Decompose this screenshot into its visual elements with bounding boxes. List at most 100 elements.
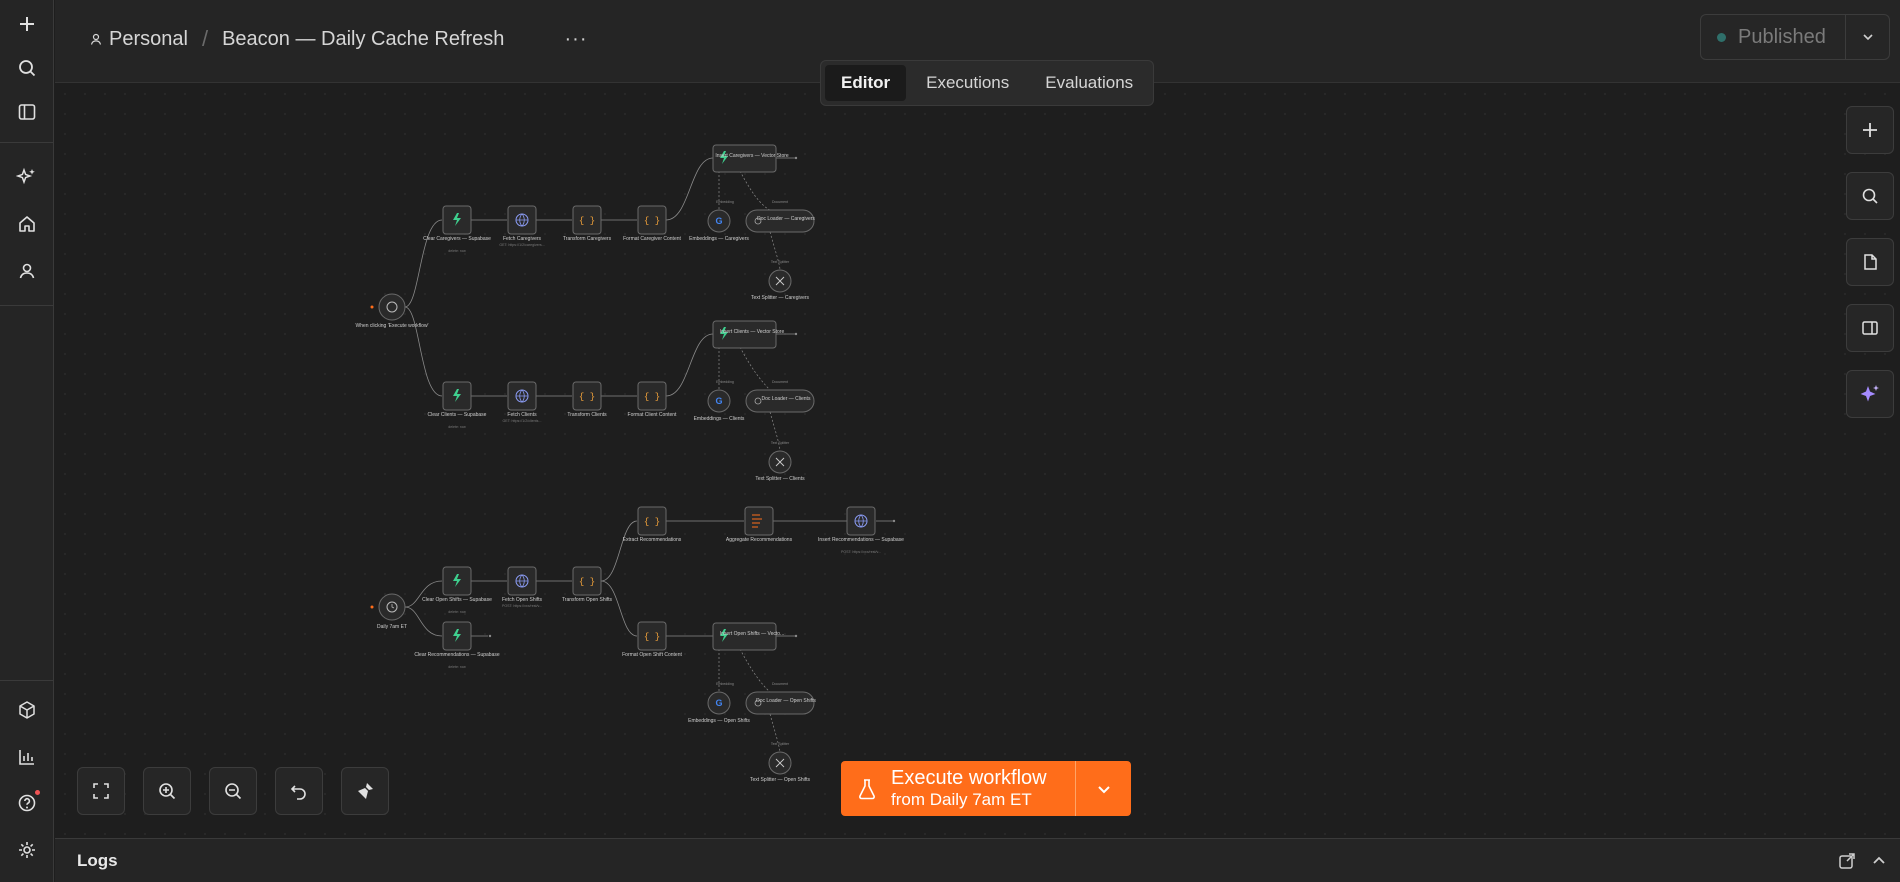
zoom-out-icon (225, 783, 242, 800)
trigger-daily-node[interactable]: Daily 7am ET (370, 593, 408, 630)
chart-icon[interactable] (12, 742, 42, 772)
node-label: Aggregate Recommendations (726, 537, 793, 543)
node-label: Insert Clients — Vector Store (720, 329, 785, 335)
zoom-out-button[interactable] (209, 767, 257, 815)
clear-caregivers-node[interactable]: Clear Caregivers — Supabase delete: row (423, 205, 491, 253)
sparkle-icon[interactable] (12, 162, 42, 192)
undo-icon (290, 785, 306, 800)
ai-assistant-button[interactable] (1846, 370, 1894, 418)
embeddings-clients-node[interactable]: G Embeddings — Clients (694, 389, 745, 422)
user-icon (89, 32, 103, 46)
fullscreen-icon (93, 783, 109, 799)
search-nodes-button[interactable] (1846, 172, 1894, 220)
panel-icon[interactable] (12, 97, 42, 127)
transform-caregivers-node[interactable]: { } Transform Caregivers (563, 205, 612, 242)
text-splitter-clients-node[interactable]: Text Splitter — Clients (755, 450, 805, 482)
insert-open-shifts-node[interactable]: Insert Open Shifts — Vecto... Embedding … (712, 622, 798, 686)
port-label: Embedding (716, 380, 734, 384)
add-node-button[interactable] (1846, 106, 1894, 154)
tidy-up-button[interactable] (341, 767, 389, 815)
aggregate-recommendations-node[interactable]: Aggregate Recommendations (726, 506, 793, 543)
format-client-node[interactable]: { } Format Client Content (628, 381, 678, 418)
clear-open-shifts-node[interactable]: Clear Open Shifts — Supabase delete: row (422, 566, 492, 614)
pop-out-icon[interactable] (1837, 851, 1857, 871)
view-tabs: Editor Executions Evaluations (820, 60, 1155, 106)
node-label: Clear Recommendations — Supabase (414, 652, 500, 658)
fit-view-button[interactable] (77, 767, 125, 815)
fetch-clients-node[interactable]: Fetch Clients GET: https://1/2/clients..… (503, 381, 542, 423)
port-label: Text Splitter (771, 441, 790, 445)
node-label: Embeddings — Open Shifts (688, 718, 750, 724)
insert-clients-node[interactable]: Insert Clients — Vector Store Embedding … (712, 320, 798, 384)
format-caregiver-node[interactable]: { } Format Caregiver Content (623, 205, 682, 242)
home-icon[interactable] (12, 209, 42, 239)
workflow-canvas[interactable]: .wire { stroke: #8a8a8a; stroke-width: 0… (55, 84, 1900, 838)
svg-text:G: G (715, 698, 722, 708)
more-options-button[interactable]: ··· (561, 24, 591, 54)
chevron-up-icon[interactable] (1869, 851, 1889, 871)
node-subtitle: delete: row (448, 249, 466, 253)
undo-button[interactable] (275, 767, 323, 815)
breadcrumb-separator: / (201, 26, 209, 51)
port-label: Embedding (716, 682, 734, 686)
transform-open-shifts-node[interactable]: { } Transform Open Shifts (562, 566, 613, 603)
embeddings-open-shifts-node[interactable]: G Embeddings — Open Shifts (688, 691, 750, 724)
tab-editor[interactable]: Editor (825, 65, 907, 101)
publish-button[interactable]: Published (1701, 15, 1845, 59)
svg-text:G: G (715, 396, 722, 406)
insert-caregivers-node[interactable]: Insert Caregivers — Vector Store Embeddi… (712, 144, 798, 204)
node-label: Extract Recommendations (623, 537, 682, 543)
note-icon (1864, 254, 1877, 270)
node-label: Insert Recommendations — Supabase (818, 537, 904, 543)
node-label: Text Splitter — Clients (755, 476, 805, 482)
doc-loader-open-shifts-node[interactable]: Doc Loader — Open Shifts Text Splitter (745, 691, 816, 746)
workflow-name[interactable]: Beacon — Daily Cache Refresh (222, 28, 504, 51)
doc-loader-caregivers-node[interactable]: Doc Loader — Caregivers Text Splitter (745, 209, 815, 264)
execute-workflow-button[interactable]: Execute workflow from Daily 7am ET (841, 761, 1075, 816)
svg-text:G: G (715, 216, 722, 226)
node-label: Fetch Clients (507, 412, 537, 418)
node-subtitle: POST: https://xxx/rest/v... (841, 550, 881, 554)
notification-dot (35, 790, 40, 795)
clear-recommendations-node[interactable]: Clear Recommendations — Supabase delete:… (414, 621, 500, 669)
node-subtitle: delete: row (448, 610, 466, 614)
format-open-shift-node[interactable]: { } Format Open Shift Content (622, 621, 682, 658)
publish-dropdown-button[interactable] (1845, 15, 1889, 59)
search-icon[interactable] (12, 53, 42, 83)
svg-text:{ }: { } (644, 392, 660, 402)
node-label: Insert Caregivers — Vector Store (715, 153, 789, 159)
execute-dropdown-button[interactable] (1075, 761, 1131, 816)
app-root: Personal / Beacon — Daily Cache Refresh … (0, 0, 1900, 882)
broom-icon (358, 783, 373, 799)
zoom-in-button[interactable] (143, 767, 191, 815)
tab-executions[interactable]: Executions (910, 65, 1025, 101)
gear-icon[interactable] (12, 835, 42, 865)
doc-loader-clients-node[interactable]: Doc Loader — Clients Text Splitter (745, 389, 815, 445)
node-label: Daily 7am ET (377, 624, 407, 630)
toggle-panel-button[interactable] (1846, 304, 1894, 352)
fetch-open-shifts-node[interactable]: Fetch Open Shifts POST: https://xxx/rest… (502, 566, 543, 608)
user-icon[interactable] (12, 256, 42, 286)
plus-icon[interactable] (12, 9, 42, 39)
transform-clients-node[interactable]: { } Transform Clients (567, 381, 607, 418)
embeddings-caregivers-node[interactable]: G Embeddings — Caregivers (689, 209, 749, 242)
text-splitter-caregivers-node[interactable]: Text Splitter — Caregivers (751, 269, 810, 301)
text-splitter-open-shifts-node[interactable]: Text Splitter — Open Shifts (750, 751, 811, 783)
port-label: Document (772, 682, 788, 686)
breadcrumb-workspace[interactable]: Personal (109, 28, 188, 51)
sticky-note-button[interactable] (1846, 238, 1894, 286)
extract-recommendations-node[interactable]: { } Extract Recommendations (623, 506, 682, 543)
fetch-caregivers-node[interactable]: Fetch Caregivers GET: https://1/2/caregi… (499, 205, 545, 247)
logs-bar[interactable]: Logs (55, 838, 1900, 882)
node-label: Embeddings — Caregivers (689, 236, 749, 242)
trigger-manual-node[interactable]: When clicking 'Execute workflow' (355, 293, 429, 329)
node-label: Insert Open Shifts — Vecto... (720, 631, 784, 637)
tab-evaluations[interactable]: Evaluations (1029, 65, 1149, 101)
insert-recommendations-node[interactable]: Insert Recommendations — Supabase POST: … (818, 506, 904, 554)
help-icon[interactable] (12, 788, 42, 818)
cube-icon[interactable] (12, 695, 42, 725)
breadcrumb: Personal / Beacon — Daily Cache Refresh (89, 26, 504, 52)
search-icon (1862, 188, 1878, 204)
port-label: Embedding (716, 200, 734, 204)
clear-clients-node[interactable]: Clear Clients — Supabase delete: row (428, 381, 487, 429)
